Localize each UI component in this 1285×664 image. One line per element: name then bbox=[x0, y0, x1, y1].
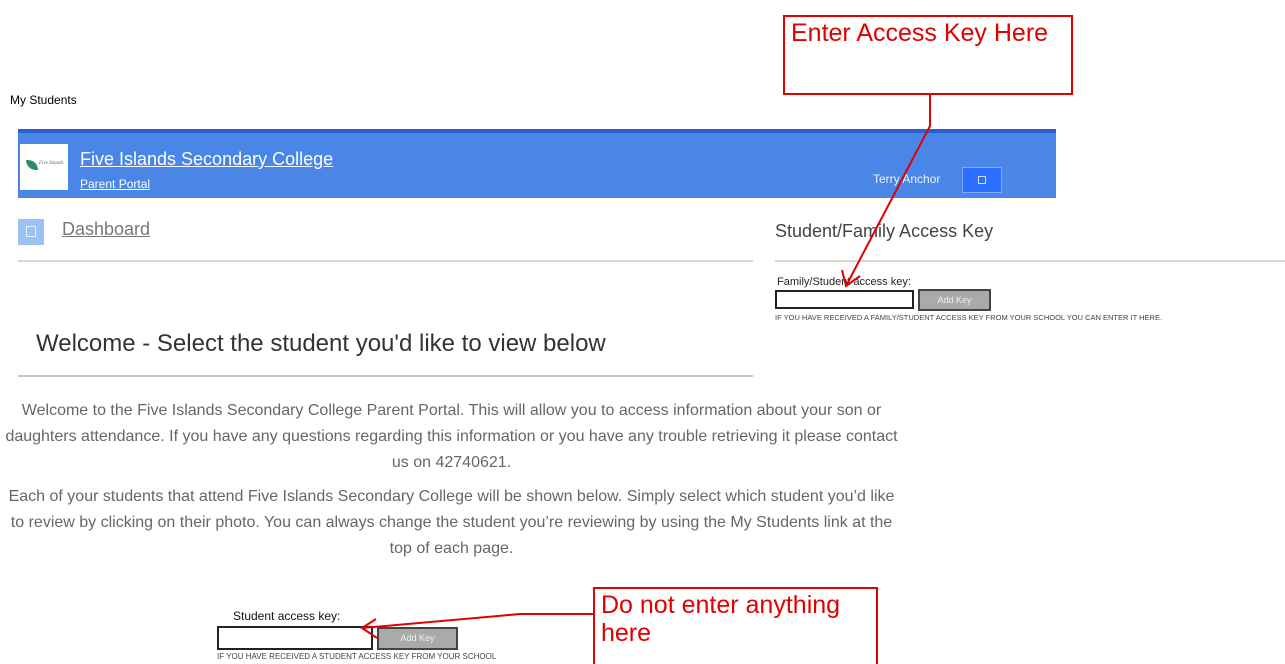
divider bbox=[18, 260, 753, 262]
bottom-callout-arrow bbox=[361, 613, 593, 629]
my-students-link[interactable]: My Students bbox=[10, 93, 77, 107]
header-bar: Five Islands Five Islands Secondary Coll… bbox=[18, 129, 1056, 198]
access-key-heading: Student/Family Access Key bbox=[775, 221, 994, 241]
enter-key-callout: Enter Access Key Here bbox=[783, 15, 1073, 95]
add-student-key-button[interactable]: Add Key bbox=[377, 627, 458, 650]
user-name: Terry Anchor bbox=[873, 172, 941, 186]
family-key-label: Family/Student access key: bbox=[777, 276, 911, 288]
student-key-label: Student access key: bbox=[233, 609, 341, 623]
menu-icon bbox=[978, 176, 986, 184]
user-menu-button[interactable] bbox=[962, 167, 1002, 193]
instructions-paragraph: Each of your students that attend Five I… bbox=[8, 488, 895, 557]
dashboard-link[interactable]: Dashboard bbox=[62, 219, 150, 240]
welcome-heading: Welcome - Select the student you'd like … bbox=[36, 330, 606, 357]
student-key-note: IF YOU HAVE RECEIVED A STUDENT ACCESS KE… bbox=[217, 652, 497, 661]
student-access-key-input[interactable] bbox=[217, 626, 373, 650]
parent-portal-link[interactable]: Parent Portal bbox=[80, 177, 150, 191]
school-logo[interactable]: Five Islands bbox=[20, 144, 68, 190]
family-access-key-input[interactable] bbox=[775, 290, 914, 309]
dashboard-icon[interactable] bbox=[18, 219, 44, 245]
square-icon bbox=[26, 226, 36, 237]
do-not-enter-callout: Do not enter anything here bbox=[593, 587, 878, 664]
school-name-link[interactable]: Five Islands Secondary College bbox=[80, 149, 333, 170]
welcome-paragraph: Welcome to the Five Islands Secondary Co… bbox=[5, 402, 898, 471]
divider bbox=[18, 375, 753, 377]
family-key-note: IF YOU HAVE RECEIVED A FAMILY/STUDENT AC… bbox=[775, 313, 1163, 322]
logo-swoosh-icon bbox=[26, 160, 38, 170]
logo-text: Five Islands bbox=[39, 161, 64, 166]
add-family-key-button[interactable]: Add Key bbox=[918, 289, 991, 311]
divider bbox=[775, 260, 1285, 262]
